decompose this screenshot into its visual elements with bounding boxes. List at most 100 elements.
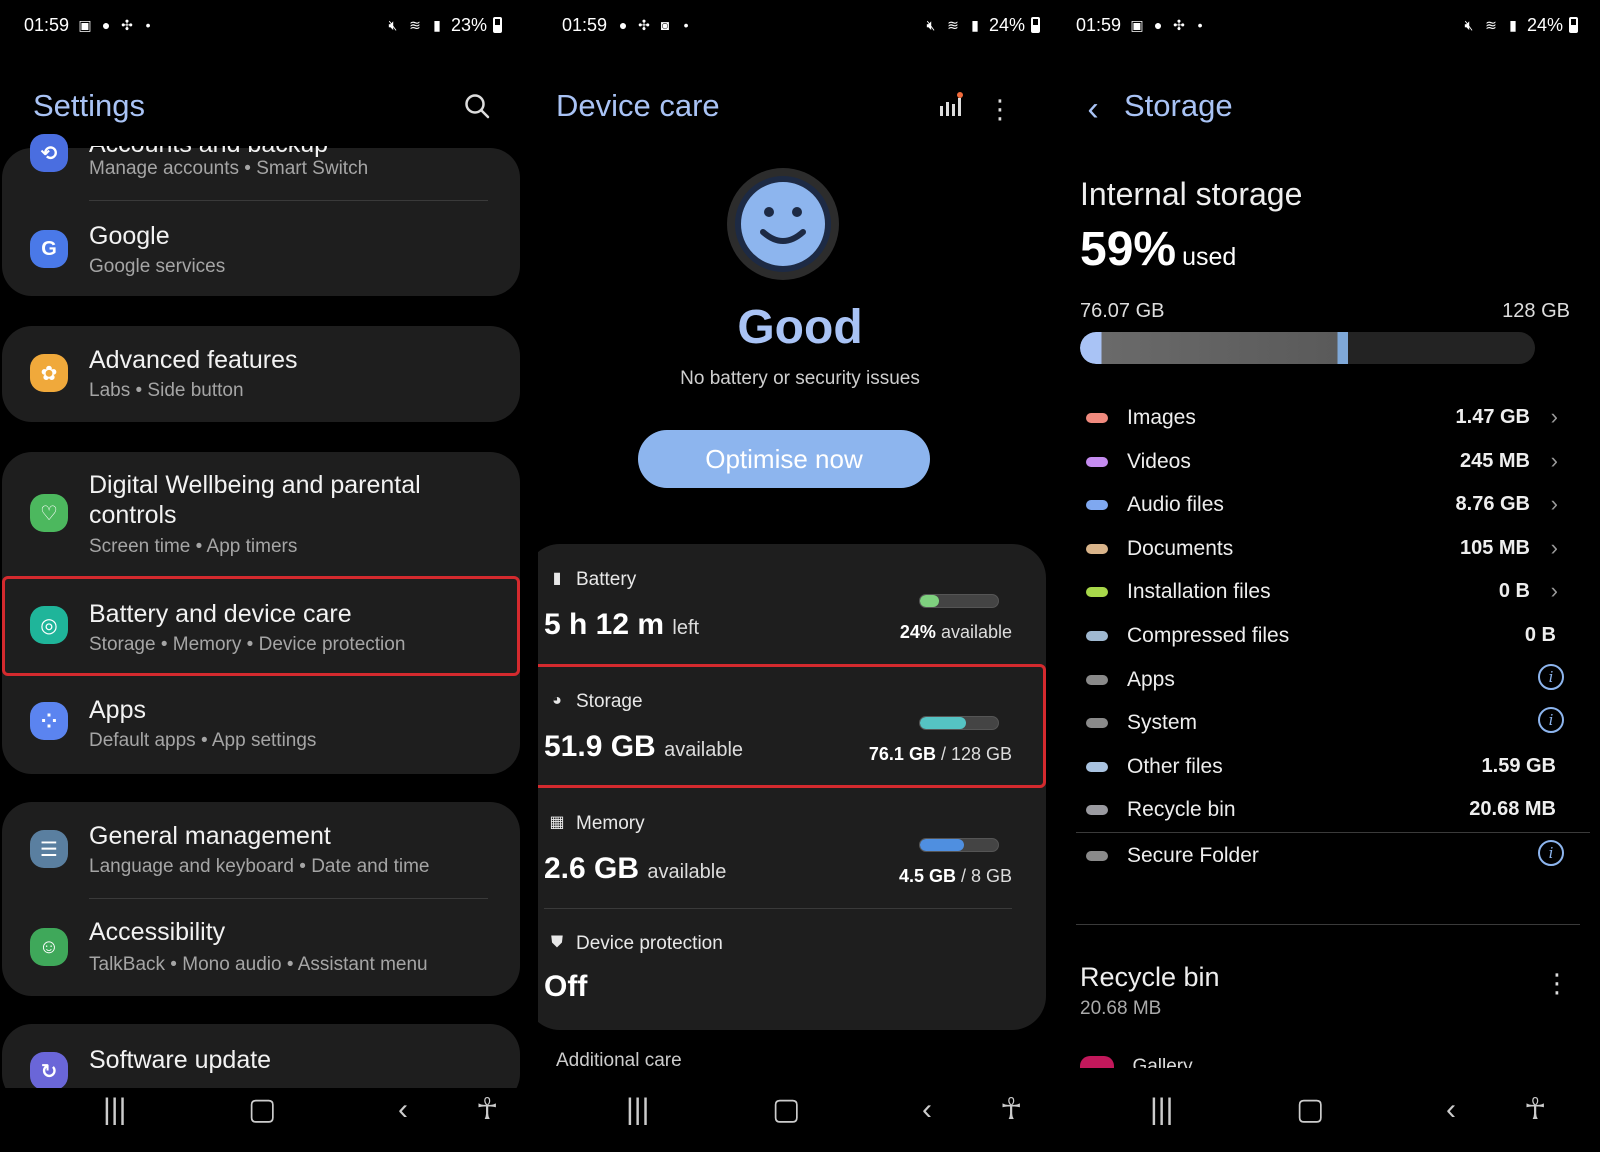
diagnostics-chart-icon[interactable] [934,92,968,126]
message-notification-icon: ● [101,17,111,33]
settings-item-apps[interactable]: ⁘ Apps Default apps • App settings [2,676,520,774]
wifi-icon: ≋ [1485,17,1497,33]
total-capacity: 128 GB [1502,300,1570,322]
shield-icon: ⛊ [550,934,563,951]
memory-used: 4.5 GB / 8 GB [898,866,1012,886]
storage-category-system: System i [1076,707,1576,739]
home-icon[interactable]: ▢ [1296,1090,1324,1130]
search-icon[interactable] [460,92,494,126]
home-icon[interactable]: ▢ [248,1090,276,1130]
digital-wellbeing-icon: ♡ [30,494,68,532]
memory-row[interactable]: ▦ Memory 2.6 GB available 4.5 GB / 8 GB [538,788,1046,908]
storage-usage-bar [1080,332,1535,364]
storage-category-apps: Apps i [1076,663,1576,696]
accessibility-shortcut-icon[interactable]: ☥ [476,1090,498,1130]
additional-care-heading: Additional care [556,1050,682,1066]
message-notification-icon: ● [1153,17,1163,33]
status-time: 01:59 [562,14,608,35]
chevron-right-icon: › [1550,491,1558,517]
settings-item-subtitle: Google services [89,256,226,277]
back-icon[interactable]: ‹ [398,1090,408,1130]
more-notifications-dot-icon: • [145,17,151,33]
gallery-notification-icon: ▣ [1130,17,1144,33]
section-divider [1076,924,1580,925]
settings-item-google[interactable]: G Google Google services [2,208,520,296]
recents-icon[interactable]: ||| [626,1090,649,1130]
storage-category-secure-folder: Secure Folder i [1076,840,1576,872]
back-icon[interactable]: ‹ [1446,1090,1456,1130]
info-icon[interactable]: i [1538,840,1564,866]
settings-group-general: ☰ General management Language and keyboa… [2,802,520,996]
accessibility-shortcut-icon[interactable]: ☥ [1524,1090,1546,1130]
battery-icon [1569,17,1578,33]
settings-item-subtitle: Labs • Side button [89,380,244,401]
battery-row[interactable]: ▮ Battery 5 h 12 m left 24% available [538,544,1046,664]
status-bar: 01:59 ● ✣ ◙ • 🔇︎ ≋ ▮ 24% [562,12,1040,38]
optimise-now-button[interactable]: Optimise now [638,430,930,488]
storage-screen: 01:59 ▣ ● ✣ • 🔇︎ ≋ ▮ 24% ‹ Storage Inter… [1076,0,1600,1152]
category-size: 0 B [1498,580,1530,603]
pinwheel-notification-icon: ✣ [121,17,133,33]
recycle-bin-title[interactable]: Recycle bin [1080,962,1220,993]
more-notifications-dot-icon: • [1197,17,1203,33]
storage-category-documents[interactable]: Documents 105 MB › [1076,535,1576,565]
category-color-dot [1086,851,1108,861]
category-color-dot [1086,761,1108,772]
category-name: Documents [1127,536,1234,560]
storage-category-installation-files[interactable]: Installation files 0 B › [1076,578,1576,608]
settings-item-digital-wellbeing[interactable]: ♡ Digital Wellbeing and parental control… [2,452,520,576]
settings-item-title: Accounts and backup [89,130,329,158]
gallery-notification-icon: ▣ [78,17,92,33]
divider [1076,832,1590,834]
category-name: Apps [1127,667,1175,691]
home-icon[interactable]: ▢ [772,1090,800,1130]
notification-icons: ▣ ● ✣ • [1129,17,1208,33]
google-icon: G [30,230,68,268]
category-color-dot [1086,500,1108,511]
category-color-dot [1086,718,1108,729]
recents-icon[interactable]: ||| [1150,1090,1173,1130]
more-options-icon[interactable]: ⋮ [983,92,1017,126]
recents-icon[interactable]: ||| [103,1090,126,1130]
category-name: Videos [1127,449,1191,473]
signal-icon: ▮ [971,17,979,33]
chevron-right-icon: › [1550,578,1558,604]
settings-item-general-management[interactable]: ☰ General management Language and keyboa… [2,802,520,898]
settings-group-accounts: ⟲ Accounts and backup Manage accounts • … [2,134,520,296]
battery-value: 5 h 12 m left [544,608,700,641]
back-icon[interactable]: ‹ [922,1090,932,1130]
gallery-recycle-row[interactable]: Gallery [1080,1056,1280,1068]
settings-item-software-update[interactable]: ↻ Software update [2,1024,520,1088]
memory-chip-icon: ▦ [549,814,565,831]
category-size: 1.47 GB [1455,406,1530,428]
settings-item-subtitle: Manage accounts • Smart Switch [89,158,369,179]
battery-available: 24% available [899,622,1012,642]
apps-icon: ⁘ [30,702,68,740]
accessibility-shortcut-icon[interactable]: ☥ [1000,1090,1022,1130]
storage-category-videos[interactable]: Videos 245 MB › [1076,448,1576,478]
info-icon[interactable]: i [1538,707,1564,734]
device-protection-row[interactable]: ⛊ Device protection Off [538,912,1046,1022]
settings-item-accounts[interactable]: ⟲ Accounts and backup Manage accounts • … [2,134,520,200]
recycle-bin-more-icon[interactable]: ⋮ [1544,968,1570,999]
category-name: Other files [1127,754,1223,778]
chevron-right-icon: › [1550,447,1558,473]
chevron-right-icon: › [1550,534,1558,560]
settings-item-accessibility[interactable]: ☺ Accessibility TalkBack • Mono audio • … [2,900,520,996]
recycle-bin-size: 20.68 MB [1080,998,1162,1019]
storage-category-audio-files[interactable]: Audio files 8.76 GB › [1076,491,1576,521]
battery-icon [493,17,502,33]
accessibility-icon: ☺ [30,928,68,966]
back-arrow-icon[interactable]: ‹ [1076,92,1110,126]
info-icon[interactable]: i [1538,663,1564,690]
settings-item-title: Advanced features [89,346,298,374]
category-color-dot [1086,413,1108,423]
used-amount: 76.07 GB [1080,300,1165,322]
settings-item-advanced-features[interactable]: ✿ Advanced features Labs • Side button [2,326,520,422]
battery-percent: 24% [1526,14,1563,35]
category-name: Installation files [1127,580,1271,604]
page-title: Device care [556,88,720,123]
wifi-icon: ≋ [947,17,959,33]
storage-category-images[interactable]: Images 1.47 GB › [1076,404,1576,434]
notification-icons: ▣ ● ✣ • [77,17,156,33]
